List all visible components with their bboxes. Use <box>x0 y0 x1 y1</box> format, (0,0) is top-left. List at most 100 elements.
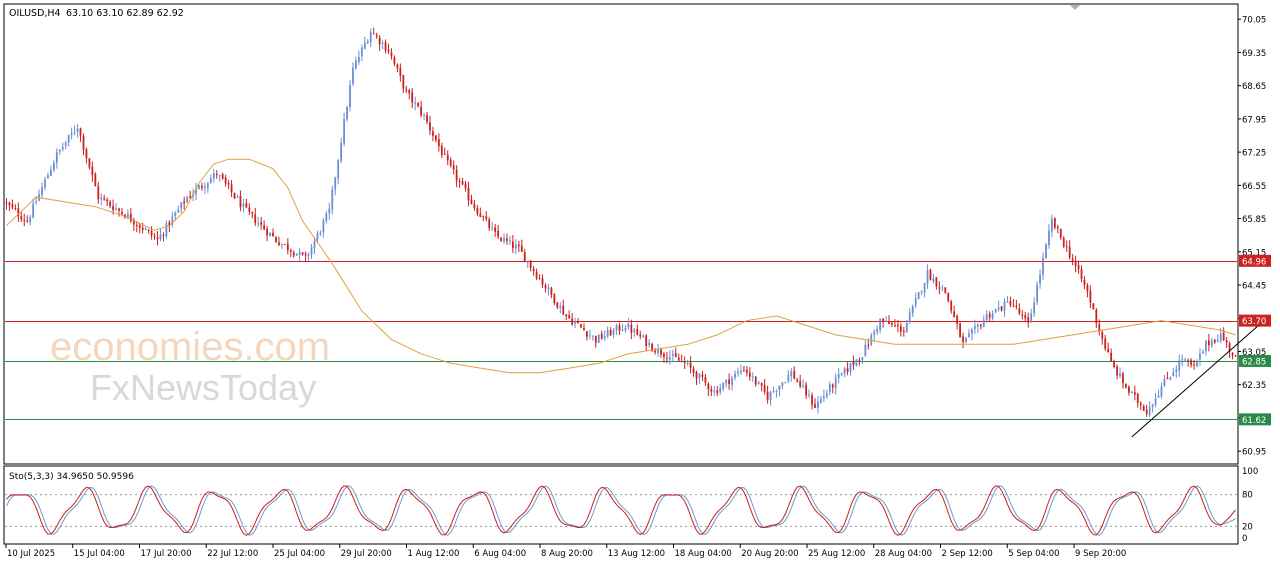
candle-body <box>186 196 189 203</box>
candle-body <box>227 183 230 185</box>
candle-body <box>209 178 212 183</box>
candle-body <box>692 368 695 373</box>
candle-body <box>917 292 920 299</box>
candle-body <box>517 244 520 247</box>
time-tick-label: 5 Sep 04:00 <box>1008 549 1059 559</box>
candle-body <box>375 35 378 37</box>
candle-body <box>177 209 180 213</box>
chart-window[interactable]: economies.com FxNewsToday 70.05 69.35 68.6… <box>0 0 1280 567</box>
candle-body <box>76 128 79 132</box>
candle-body <box>1125 384 1127 388</box>
time-tick-label: 28 Aug 04:00 <box>875 549 932 559</box>
candle-body <box>837 374 840 378</box>
candle-body <box>802 385 805 387</box>
candle-body <box>612 329 615 335</box>
candle-body <box>1190 360 1192 365</box>
price-tick-label: 69.35 <box>1242 49 1266 59</box>
candle-body <box>885 320 887 322</box>
candle-body <box>514 245 517 249</box>
candle-body <box>440 145 443 155</box>
candle-body <box>929 269 932 281</box>
candle-body <box>319 232 322 234</box>
candle-body <box>1184 359 1187 361</box>
price-axis: 70.0569.3568.6567.9567.2566.5565.8565.15… <box>1238 16 1271 458</box>
candle-body <box>79 128 82 136</box>
candle-body <box>384 42 387 51</box>
candle-body <box>396 64 399 69</box>
candle-body <box>1042 257 1044 275</box>
candle-body <box>867 344 870 346</box>
time-tick-label: 13 Aug 12:00 <box>608 549 665 559</box>
candle-body <box>70 132 73 135</box>
stochastic-axis: 100 80 20 0 <box>1242 467 1258 544</box>
candle-body <box>1142 405 1145 411</box>
candle-body <box>663 353 665 357</box>
candle-body <box>1116 366 1118 376</box>
candle-body <box>316 232 319 240</box>
candle-body <box>559 306 562 309</box>
price-chart-svg[interactable]: economies.com FxNewsToday 70.05 69.35 68.6… <box>0 0 1280 567</box>
candle-body <box>497 230 499 237</box>
chart-ohlc-label: 63.10 63.10 62.89 62.92 <box>66 8 184 19</box>
candle-body <box>790 371 793 376</box>
candle-body <box>85 149 88 159</box>
candle-body <box>355 60 357 69</box>
candle-body <box>680 360 683 362</box>
candle-body <box>784 382 787 384</box>
candle-body <box>556 302 559 308</box>
candle-body <box>728 379 730 385</box>
candle-body <box>307 254 310 257</box>
candle-body <box>485 216 488 219</box>
candle-body <box>201 185 203 188</box>
candle-body <box>1107 348 1110 353</box>
stoch-tick-label: 0 <box>1242 534 1247 544</box>
candle-body <box>41 186 43 196</box>
candle-body <box>953 311 956 318</box>
candle-body <box>876 328 879 332</box>
candle-body <box>162 234 165 236</box>
candle-body <box>553 293 556 304</box>
candle-body <box>882 318 884 322</box>
candle-body <box>1101 332 1104 339</box>
candle-body <box>1119 373 1121 376</box>
candle-body <box>1231 352 1234 356</box>
candle-body <box>283 244 286 246</box>
candle-body <box>778 385 781 391</box>
candle-body <box>1172 372 1175 377</box>
candle-body <box>263 225 266 230</box>
candle-body <box>1199 353 1201 360</box>
candle-body <box>772 391 775 393</box>
candle-body <box>1175 369 1178 372</box>
candle-body <box>1039 274 1041 284</box>
candle-body <box>242 203 245 207</box>
candle-body <box>94 174 97 187</box>
candle-body <box>390 52 393 57</box>
price-tick-label: 67.95 <box>1242 115 1266 125</box>
time-tick-label: 15 Jul 04:00 <box>74 549 125 559</box>
candle-body <box>331 189 334 210</box>
candle-body <box>500 237 502 241</box>
candle-body <box>275 236 277 242</box>
candle-body <box>378 37 381 45</box>
candle-body <box>127 213 129 218</box>
candle-body <box>491 228 494 230</box>
candle-body <box>411 92 414 103</box>
candle-body <box>1234 355 1237 357</box>
candle-body <box>991 313 994 319</box>
price-tick-label: 66.55 <box>1242 182 1266 192</box>
candle-body <box>328 208 331 214</box>
time-axis: 10 Jul 2025 15 Jul 04:00 17 Jul 20:00 22 Ju… <box>5 544 1126 559</box>
candle-body <box>577 321 579 324</box>
candle-body <box>1148 407 1151 415</box>
candle-body <box>503 238 505 242</box>
candle-body <box>135 224 138 226</box>
candle-body <box>1139 403 1142 406</box>
candle-body <box>50 169 52 177</box>
candle-body <box>278 242 280 246</box>
candle-body <box>902 331 905 333</box>
candle-body <box>212 173 215 179</box>
candle-body <box>432 131 434 136</box>
candle-body <box>1086 284 1089 292</box>
candle-body <box>609 330 612 336</box>
candle-body <box>796 379 799 382</box>
